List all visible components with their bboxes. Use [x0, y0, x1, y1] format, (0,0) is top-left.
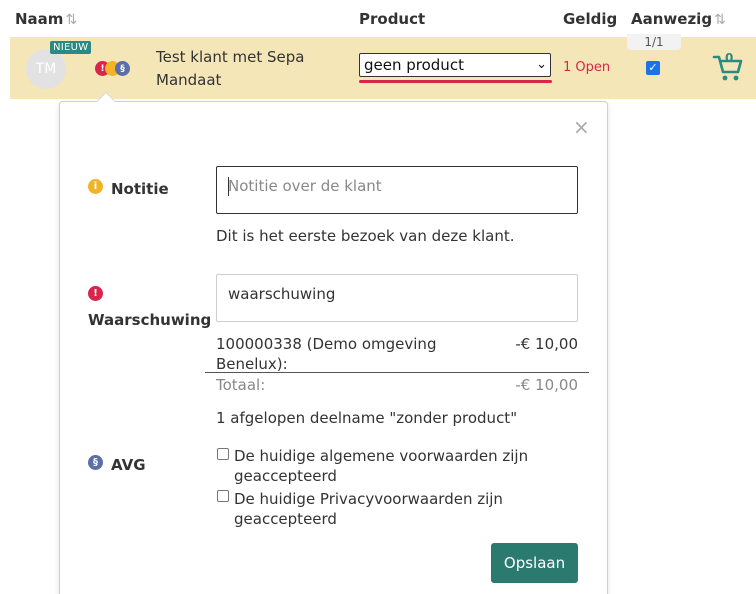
customer-name: Test klant met Sepa Mandaat — [156, 48, 305, 89]
balance-amount: -€ 10,00 — [515, 335, 578, 353]
avg-label: AVG — [111, 456, 146, 474]
avatar[interactable]: TM — [26, 49, 66, 89]
column-header-product: Product — [359, 10, 426, 28]
terms-label[interactable]: De huidige algemene voorwaarden zijn gea… — [234, 446, 534, 486]
first-visit-hint: Dit is het eerste bezoek van deze klant. — [216, 227, 515, 245]
avg-dot-icon[interactable]: § — [115, 61, 130, 76]
geldig-status: 1 Open — [563, 60, 611, 75]
customer-row[interactable]: TM NIEUW ! § Test klant met Sepa Mandaat… — [10, 34, 756, 99]
info-icon: i — [88, 179, 103, 194]
total-label: Totaal: — [216, 376, 266, 394]
column-header-naam[interactable]: Naam ⇅ — [15, 10, 77, 28]
total-divider — [205, 372, 589, 373]
product-select[interactable]: geen product ⌄ — [359, 53, 551, 77]
cart-count: 0 — [725, 51, 734, 65]
expired-participation: 1 afgelopen deelname "zonder product" — [216, 409, 518, 427]
column-header-aanwezig[interactable]: Aanwezig ⇅ — [631, 10, 726, 28]
notitie-input[interactable]: Notitie over de klant — [216, 166, 578, 214]
total-amount: -€ 10,00 — [515, 376, 578, 394]
waarschuwing-input[interactable]: waarschuwing — [216, 274, 578, 322]
avg-icon: § — [88, 455, 103, 470]
new-badge: NIEUW — [50, 41, 92, 54]
attendance-counter: 1/1 — [627, 34, 681, 50]
sort-arrows-icon[interactable]: ⇅ — [65, 12, 77, 28]
status-dots[interactable]: ! § — [95, 61, 135, 77]
product-select-value: geen product — [364, 56, 464, 74]
notitie-label: Notitie — [111, 180, 169, 198]
save-button[interactable]: Opslaan — [491, 543, 578, 583]
column-header-aanwezig-label: Aanwezig — [631, 10, 713, 28]
column-header-naam-label: Naam — [15, 10, 64, 28]
balance-label: 100000338 (Demo omgeving Benelux): — [216, 335, 437, 373]
sort-arrows-icon[interactable]: ⇅ — [714, 12, 726, 28]
chevron-down-icon: ⌄ — [536, 57, 547, 72]
privacy-label[interactable]: De huidige Privacyvoorwaarden zijn geacc… — [234, 489, 534, 529]
terms-checkbox[interactable] — [217, 448, 229, 460]
column-header-geldig: Geldig — [563, 10, 618, 28]
alert-icon: ! — [88, 286, 103, 301]
privacy-checkbox[interactable] — [217, 490, 229, 502]
close-icon[interactable]: × — [573, 115, 590, 139]
popover-caret-fill — [97, 93, 115, 102]
waarschuwing-label: Waarschuwing — [88, 311, 212, 329]
present-checkbox[interactable]: ✓ — [646, 61, 660, 75]
product-error-underline — [359, 80, 552, 83]
